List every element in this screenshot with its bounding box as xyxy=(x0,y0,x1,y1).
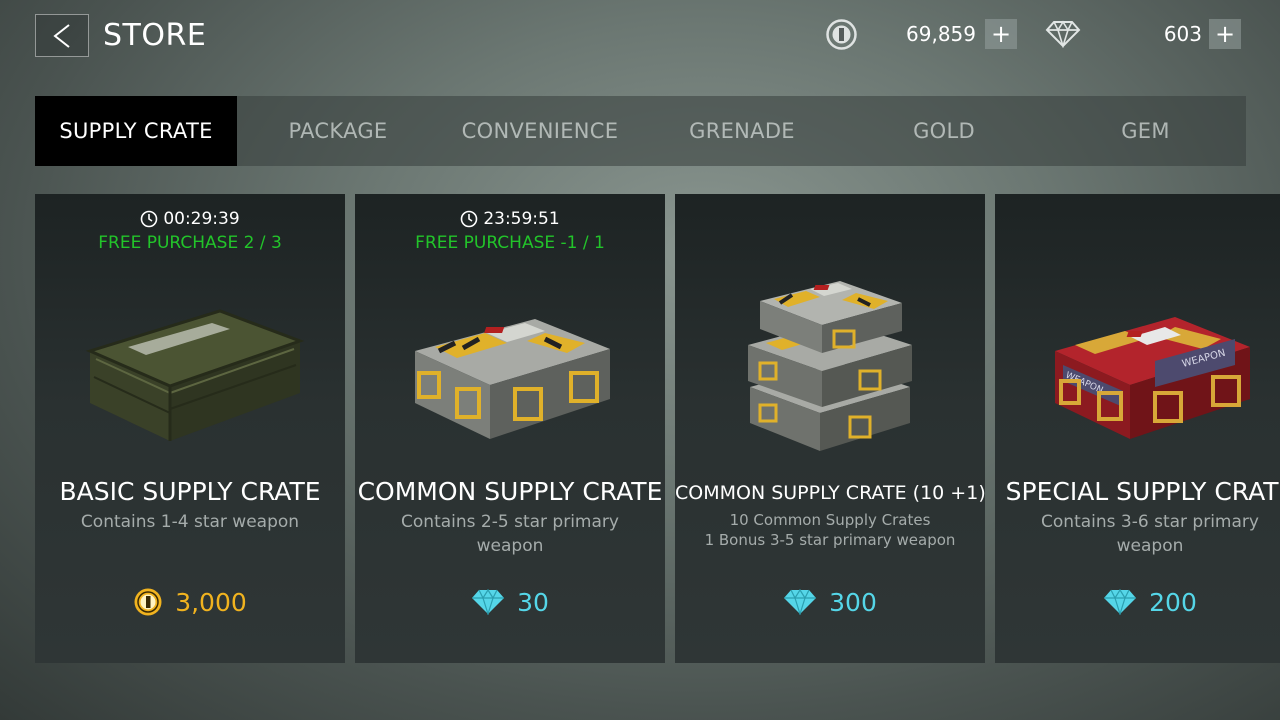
clock-icon xyxy=(141,210,158,228)
timer-value: 23:59:51 xyxy=(483,209,560,229)
price-value: 3,000 xyxy=(175,587,247,617)
price[interactable]: 3,000 xyxy=(35,586,345,618)
store-item-special-supply-crate[interactable]: WEAPON WEAPON SPECIAL SUPPLY CRATE Conta… xyxy=(995,194,1280,663)
price-value: 200 xyxy=(1149,587,1197,617)
card-description: 10 Common Supply Crates 1 Bonus 3-5 star… xyxy=(685,510,975,550)
timer: 00:29:39 xyxy=(35,209,345,229)
page-title: STORE xyxy=(103,18,207,53)
gem-icon xyxy=(1045,18,1081,50)
store-item-basic-supply-crate[interactable]: 00:29:39 FREE PURCHASE 2 / 3 BASIC SUPPL… xyxy=(35,194,345,663)
timer: 23:59:51 xyxy=(355,209,665,229)
special-crate-image: WEAPON WEAPON xyxy=(995,276,1280,456)
card-description: Contains 3-6 star primary weapon xyxy=(1041,512,1259,556)
price[interactable]: 200 xyxy=(995,586,1280,618)
gem-icon xyxy=(1104,589,1137,615)
price-value: 30 xyxy=(517,587,549,617)
crate-stack-image xyxy=(675,264,985,459)
card-title: COMMON SUPPLY CRATE xyxy=(357,477,663,506)
store-item-common-supply-crate[interactable]: 23:59:51 FREE PURCHASE -1 / 1 COMMON SUP… xyxy=(355,194,665,663)
tab-grenade[interactable]: GRENADE xyxy=(641,96,843,166)
clock-icon xyxy=(461,210,478,228)
price-value: 300 xyxy=(829,587,877,617)
gem-balance: 603 xyxy=(1163,22,1202,46)
card-title: BASIC SUPPLY CRATE xyxy=(59,477,321,506)
common-crate-image xyxy=(355,276,665,456)
card-description: Contains 1-4 star weapon xyxy=(80,512,300,532)
tab-gold[interactable]: GOLD xyxy=(843,96,1045,166)
tab-convenience[interactable]: CONVENIENCE xyxy=(439,96,641,166)
card-title: COMMON SUPPLY CRATE (10 +1) xyxy=(675,482,985,504)
category-tabs: SUPPLY CRATE PACKAGE CONVENIENCE GRENADE… xyxy=(35,96,1246,166)
free-purchase-count: FREE PURCHASE 2 / 3 xyxy=(98,233,282,253)
price[interactable]: 300 xyxy=(675,586,985,618)
coin-balance: 69,859 xyxy=(906,22,976,46)
tab-package[interactable]: PACKAGE xyxy=(237,96,439,166)
price[interactable]: 30 xyxy=(355,586,665,618)
basic-crate-image xyxy=(35,276,345,456)
store-item-common-supply-crate-bundle[interactable]: COMMON SUPPLY CRATE (10 +1) 10 Common Su… xyxy=(675,194,985,663)
tab-supply-crate[interactable]: SUPPLY CRATE xyxy=(35,96,237,166)
tab-gem[interactable]: GEM xyxy=(1045,96,1246,166)
back-button[interactable] xyxy=(35,14,89,57)
free-purchase-count: FREE PURCHASE -1 / 1 xyxy=(415,233,605,253)
gem-icon xyxy=(472,589,505,615)
gem-icon xyxy=(784,589,817,615)
card-description: Contains 2-5 star primary weapon xyxy=(401,512,619,556)
gold-coin-icon xyxy=(825,18,857,50)
description-line-1: 10 Common Supply Crates xyxy=(729,511,931,529)
gold-coin-icon xyxy=(134,588,162,616)
chevron-left-icon xyxy=(53,23,70,48)
description-line-2: 1 Bonus 3-5 star primary weapon xyxy=(704,531,956,549)
add-gems-button[interactable]: + xyxy=(1209,19,1241,49)
card-title: SPECIAL SUPPLY CRATE xyxy=(1005,477,1280,506)
timer-value: 00:29:39 xyxy=(163,209,240,229)
add-coins-button[interactable]: + xyxy=(985,19,1017,49)
